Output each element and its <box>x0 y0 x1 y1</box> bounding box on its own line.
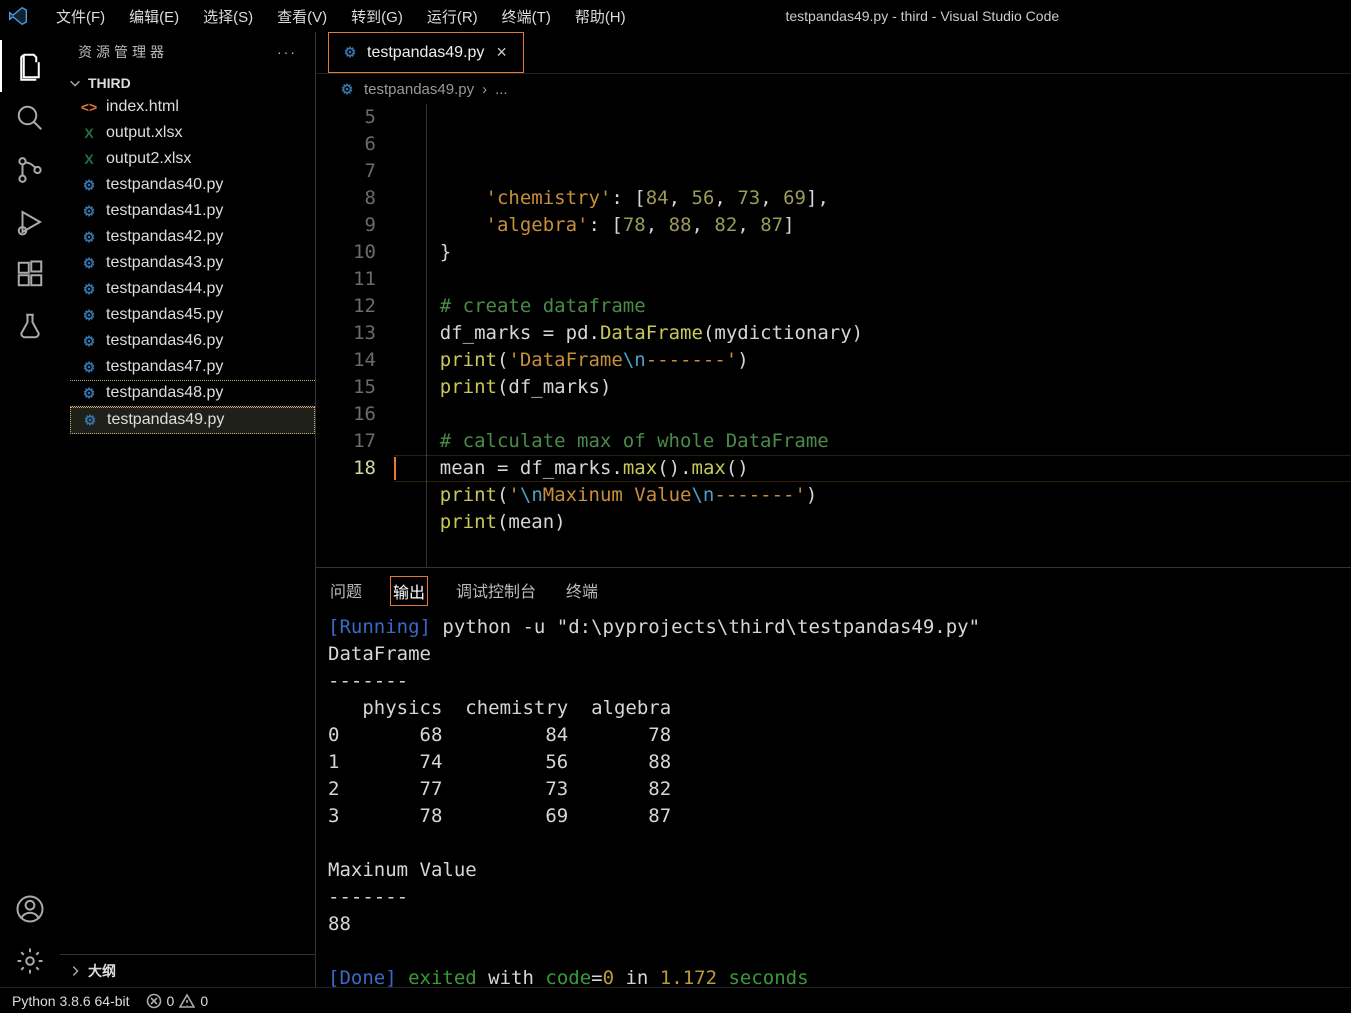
sidebar-more-icon[interactable]: ··· <box>277 44 297 60</box>
sidebar-title: 资源管理器 <box>78 42 168 62</box>
file-testpandas45.py[interactable]: ⚙ testpandas45.py <box>70 302 315 328</box>
py-icon: ⚙ <box>80 359 98 376</box>
file-testpandas49.py[interactable]: ⚙ testpandas49.py <box>70 406 315 434</box>
activity-testing[interactable] <box>0 300 60 352</box>
code-editor[interactable]: 56789101112131415161718 'chemistry': [84… <box>316 104 1351 567</box>
warning-icon <box>179 993 195 1009</box>
menu-帮助(H)[interactable]: 帮助(H) <box>563 7 638 28</box>
file-output2.xlsx[interactable]: Xoutput2.xlsx <box>70 146 315 172</box>
file-testpandas42.py[interactable]: ⚙ testpandas42.py <box>70 224 315 250</box>
file-testpandas47.py[interactable]: ⚙ testpandas47.py <box>70 354 315 380</box>
file-label: testpandas48.py <box>106 384 223 402</box>
py-icon: ⚙ <box>80 333 98 350</box>
panel-tab-调试控制台[interactable]: 调试控制台 <box>454 576 538 606</box>
panel-tab-输出[interactable]: 输出 <box>390 576 428 606</box>
panel-tabs: 问题输出调试控制台终端 <box>316 568 1351 610</box>
menu-转到(G)[interactable]: 转到(G) <box>339 7 415 28</box>
file-testpandas41.py[interactable]: ⚙ testpandas41.py <box>70 198 315 224</box>
breadcrumb-file: testpandas49.py <box>364 81 474 98</box>
file-output.xlsx[interactable]: Xoutput.xlsx <box>70 120 315 146</box>
file-label: index.html <box>106 98 179 116</box>
activity-explorer[interactable] <box>0 40 60 92</box>
file-label: testpandas46.py <box>106 332 223 350</box>
editor-area: ⚙ testpandas49.py × ⚙ testpandas49.py › … <box>316 32 1351 987</box>
file-label: output.xlsx <box>106 124 182 142</box>
activity-bar <box>0 32 60 987</box>
sidebar-folder-label: THIRD <box>88 75 131 91</box>
panel-tab-终端[interactable]: 终端 <box>564 576 600 606</box>
file-label: testpandas41.py <box>106 202 223 220</box>
menubar: 文件(F)编辑(E)选择(S)查看(V)转到(G)运行(R)终端(T)帮助(H)… <box>0 0 1351 32</box>
py-icon: ⚙ <box>80 281 98 298</box>
file-testpandas43.py[interactable]: ⚙ testpandas43.py <box>70 250 315 276</box>
file-label: testpandas44.py <box>106 280 223 298</box>
file-testpandas44.py[interactable]: ⚙ testpandas44.py <box>70 276 315 302</box>
file-label: testpandas40.py <box>106 176 223 194</box>
window-title: testpandas49.py - third - Visual Studio … <box>642 8 1343 24</box>
tab-label: testpandas49.py <box>367 44 484 62</box>
file-label: testpandas43.py <box>106 254 223 272</box>
activity-debug[interactable] <box>0 196 60 248</box>
output-content[interactable]: [Running] python -u "d:\pyprojects\third… <box>316 610 1351 987</box>
file-label: output2.xlsx <box>106 150 191 168</box>
error-icon <box>146 993 162 1009</box>
file-index.html[interactable]: <> index.html <box>70 94 315 120</box>
xlsx-icon: X <box>80 151 98 167</box>
py-icon: ⚙ <box>80 229 98 246</box>
line-gutter: 56789101112131415161718 <box>316 104 394 567</box>
activity-settings[interactable] <box>0 935 60 987</box>
file-label: testpandas45.py <box>106 306 223 324</box>
py-icon: ⚙ <box>80 255 98 272</box>
sidebar: 资源管理器 ··· THIRD <> index.html Xoutput.xlsx… <box>60 32 316 987</box>
html-icon: <> <box>80 99 98 115</box>
panel-tab-问题[interactable]: 问题 <box>328 576 364 606</box>
menu-选择(S)[interactable]: 选择(S) <box>191 7 265 28</box>
py-icon: ⚙ <box>80 177 98 194</box>
file-testpandas48.py[interactable]: ⚙ testpandas48.py <box>70 380 315 406</box>
sidebar-folder[interactable]: THIRD <box>60 72 315 94</box>
py-icon: ⚙ <box>80 385 98 402</box>
xlsx-icon: X <box>80 125 98 141</box>
vscode-logo-icon <box>8 6 28 26</box>
bottom-panel: 问题输出调试控制台终端 [Running] python -u "d:\pypr… <box>316 567 1351 987</box>
activity-accounts[interactable] <box>0 883 60 935</box>
status-python[interactable]: Python 3.8.6 64-bit <box>12 993 130 1009</box>
chevron-right-icon <box>68 964 82 978</box>
status-bar: Python 3.8.6 64-bit 0 0 <box>0 987 1351 1013</box>
py-icon: ⚙ <box>80 203 98 220</box>
chevron-down-icon <box>68 76 82 90</box>
file-label: testpandas49.py <box>107 411 224 429</box>
python-icon: ⚙ <box>341 44 359 61</box>
py-icon: ⚙ <box>80 307 98 324</box>
file-testpandas40.py[interactable]: ⚙ testpandas40.py <box>70 172 315 198</box>
file-list: <>index.htmlXoutput.xlsxXoutput2.xlsx⚙te… <box>60 94 315 954</box>
file-label: testpandas47.py <box>106 358 223 376</box>
code-content[interactable]: 'chemistry': [84, 56, 73, 69], 'algebra'… <box>394 104 1351 567</box>
tab-testpandas49[interactable]: ⚙ testpandas49.py × <box>328 32 524 73</box>
chevron-right-icon: › <box>482 81 487 98</box>
tab-close-icon[interactable]: × <box>492 42 511 63</box>
breadcrumb[interactable]: ⚙ testpandas49.py › ... <box>316 74 1351 104</box>
status-error-count: 0 <box>167 993 175 1009</box>
breadcrumb-rest: ... <box>495 81 508 98</box>
python-icon: ⚙ <box>338 81 356 98</box>
menu-查看(V)[interactable]: 查看(V) <box>265 7 339 28</box>
status-problems[interactable]: 0 0 <box>146 993 209 1009</box>
menu-文件(F)[interactable]: 文件(F) <box>44 7 117 28</box>
file-testpandas46.py[interactable]: ⚙ testpandas46.py <box>70 328 315 354</box>
activity-extensions[interactable] <box>0 248 60 300</box>
tab-bar: ⚙ testpandas49.py × <box>316 32 1351 74</box>
outline-label: 大纲 <box>88 961 116 981</box>
activity-search[interactable] <box>0 92 60 144</box>
activity-scm[interactable] <box>0 144 60 196</box>
menu-运行(R)[interactable]: 运行(R) <box>415 7 490 28</box>
menu-终端(T)[interactable]: 终端(T) <box>490 7 563 28</box>
menu-编辑(E)[interactable]: 编辑(E) <box>117 7 191 28</box>
py-icon: ⚙ <box>81 412 99 429</box>
file-label: testpandas42.py <box>106 228 223 246</box>
outline-section[interactable]: 大纲 <box>60 954 315 987</box>
status-warning-count: 0 <box>200 993 208 1009</box>
